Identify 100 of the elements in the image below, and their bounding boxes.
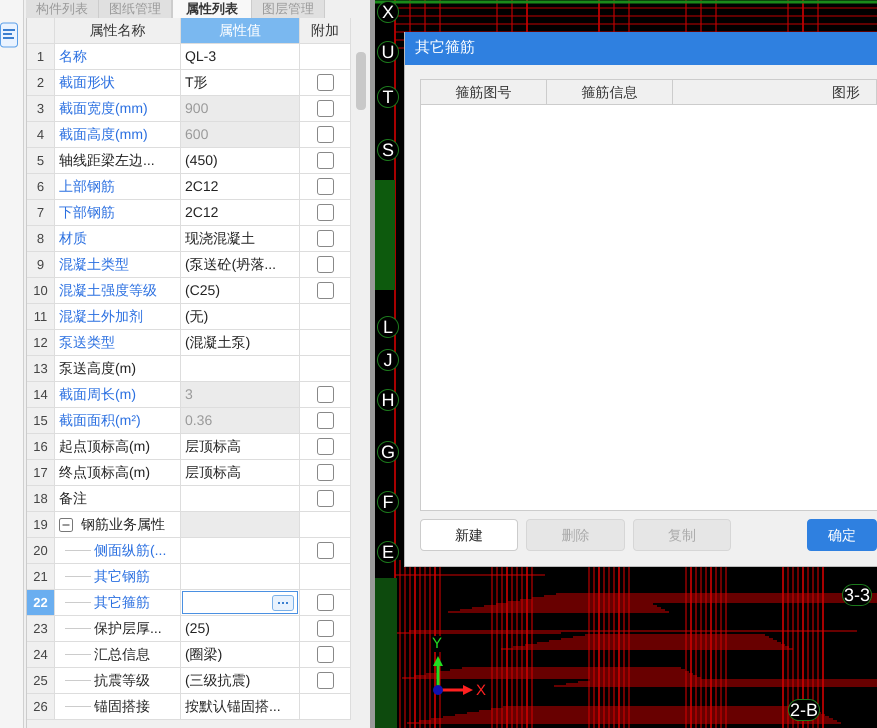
row-number[interactable]: 26 bbox=[27, 694, 55, 720]
value-cell[interactable]: 2C12 bbox=[181, 174, 300, 200]
row-number[interactable]: 10 bbox=[27, 278, 55, 304]
checkbox[interactable] bbox=[316, 490, 334, 507]
row-number[interactable]: 9 bbox=[27, 252, 55, 278]
value-cell[interactable]: 2C12 bbox=[181, 200, 300, 226]
row-number[interactable]: 21 bbox=[27, 564, 55, 590]
value-cell[interactable] bbox=[181, 486, 300, 512]
checkbox[interactable] bbox=[316, 256, 334, 273]
axis-label: X bbox=[377, 1, 399, 23]
value-cell[interactable]: (圈梁) bbox=[181, 642, 300, 668]
checkbox[interactable] bbox=[316, 100, 334, 117]
row-number[interactable]: 11 bbox=[27, 304, 55, 330]
value-cell[interactable]: (三级抗震) bbox=[181, 668, 300, 694]
checkbox[interactable] bbox=[316, 464, 334, 481]
checkbox[interactable] bbox=[316, 620, 334, 637]
checkbox[interactable] bbox=[316, 126, 334, 143]
value-cell[interactable]: (25) bbox=[181, 616, 300, 642]
value-cell[interactable]: (混凝土泵) bbox=[181, 330, 300, 356]
row-number[interactable]: 19 bbox=[27, 512, 55, 538]
row-number[interactable]: 20 bbox=[27, 538, 55, 564]
row-number[interactable]: 12 bbox=[27, 330, 55, 356]
value-cell[interactable] bbox=[181, 512, 300, 538]
dialog-button[interactable]: 新建 bbox=[420, 519, 518, 551]
value-cell[interactable] bbox=[181, 538, 300, 564]
checkbox[interactable] bbox=[316, 74, 334, 91]
row-number[interactable]: 14 bbox=[27, 382, 55, 408]
property-name: 截面周长(m) bbox=[59, 385, 136, 404]
row-number[interactable]: 3 bbox=[27, 96, 55, 122]
property-name: 其它钢筋 bbox=[94, 567, 150, 586]
row-number[interactable]: 24 bbox=[27, 642, 55, 668]
row-number[interactable]: 8 bbox=[27, 226, 55, 252]
row-number[interactable]: 15 bbox=[27, 408, 55, 434]
row-number[interactable]: 18 bbox=[27, 486, 55, 512]
collapse-toggle[interactable] bbox=[59, 518, 73, 532]
value-cell[interactable]: 层顶标高 bbox=[181, 460, 300, 486]
column-header: 箍筋信息 bbox=[547, 80, 673, 104]
row-number[interactable]: 13 bbox=[27, 356, 55, 382]
property-name: 备注 bbox=[59, 489, 87, 508]
row-number[interactable]: 17 bbox=[27, 460, 55, 486]
axis-label: T bbox=[377, 86, 399, 108]
property-name: 材质 bbox=[59, 229, 87, 248]
property-name: 截面高度(mm) bbox=[59, 125, 148, 144]
value-cell[interactable]: QL-3 bbox=[181, 44, 300, 70]
property-name: 下部钢筋 bbox=[59, 203, 115, 222]
value-cell[interactable]: (无) bbox=[181, 304, 300, 330]
row-number[interactable]: 1 bbox=[27, 44, 55, 70]
value-cell[interactable] bbox=[181, 564, 300, 590]
row-number[interactable]: 5 bbox=[27, 148, 55, 174]
property-name: 侧面纵筋(... bbox=[94, 541, 166, 560]
column-header: 箍筋图号 bbox=[421, 80, 547, 104]
axis-y-label: Y bbox=[432, 636, 442, 652]
axis-label: 3-3 bbox=[842, 584, 872, 606]
checkbox[interactable] bbox=[316, 542, 334, 559]
axis-label: 2-B bbox=[788, 699, 820, 721]
checkbox[interactable] bbox=[316, 594, 334, 611]
value-cell[interactable] bbox=[181, 356, 300, 382]
property-name: 保护层厚... bbox=[94, 619, 162, 638]
property-name: 轴线距梁左边... bbox=[59, 151, 155, 170]
value-cell[interactable]: T形 bbox=[181, 70, 300, 96]
value-cell[interactable]: (泵送砼(坍落... bbox=[181, 252, 300, 278]
row-number[interactable]: 16 bbox=[27, 434, 55, 460]
row-number[interactable]: 2 bbox=[27, 70, 55, 96]
property-name: 泵送高度(m) bbox=[59, 359, 136, 378]
property-name: 其它箍筋 bbox=[94, 593, 150, 612]
checkbox[interactable] bbox=[316, 438, 334, 455]
property-name: 截面宽度(mm) bbox=[59, 99, 148, 118]
checkbox[interactable] bbox=[316, 646, 334, 663]
axis-label: L bbox=[377, 316, 399, 338]
row-number[interactable]: 7 bbox=[27, 200, 55, 226]
value-cell[interactable]: (450) bbox=[181, 148, 300, 174]
axis-label: G bbox=[377, 441, 399, 463]
checkbox[interactable] bbox=[316, 386, 334, 403]
checkbox[interactable] bbox=[316, 412, 334, 429]
row-number[interactable]: 6 bbox=[27, 174, 55, 200]
property-name: 终点顶标高(m) bbox=[59, 463, 150, 482]
property-name: 锚固搭接 bbox=[94, 697, 150, 716]
row-number[interactable]: 4 bbox=[27, 122, 55, 148]
row-number[interactable]: 25 bbox=[27, 668, 55, 694]
value-cell[interactable]: 现浇混凝土 bbox=[181, 226, 300, 252]
axis-label: J bbox=[377, 349, 399, 371]
value-input[interactable] bbox=[182, 591, 298, 614]
tab[interactable]: 属性列表 bbox=[172, 0, 252, 18]
table-cell bbox=[300, 330, 351, 356]
checkbox[interactable] bbox=[316, 672, 334, 689]
value-cell[interactable]: 按默认锚固搭... bbox=[181, 694, 300, 720]
confirm-button[interactable]: 确定 bbox=[807, 519, 877, 551]
checkbox[interactable] bbox=[316, 204, 334, 221]
axis-label: U bbox=[377, 41, 399, 63]
scrollbar[interactable] bbox=[356, 52, 366, 110]
form-icon[interactable] bbox=[0, 22, 18, 48]
checkbox[interactable] bbox=[316, 230, 334, 247]
more-button[interactable] bbox=[272, 594, 294, 610]
axis-x-label: X bbox=[476, 681, 486, 701]
checkbox[interactable] bbox=[316, 178, 334, 195]
checkbox[interactable] bbox=[316, 152, 334, 169]
value-cell[interactable]: 层顶标高 bbox=[181, 434, 300, 460]
checkbox[interactable] bbox=[316, 282, 334, 299]
row-number[interactable]: 23 bbox=[27, 616, 55, 642]
value-cell[interactable]: (C25) bbox=[181, 278, 300, 304]
